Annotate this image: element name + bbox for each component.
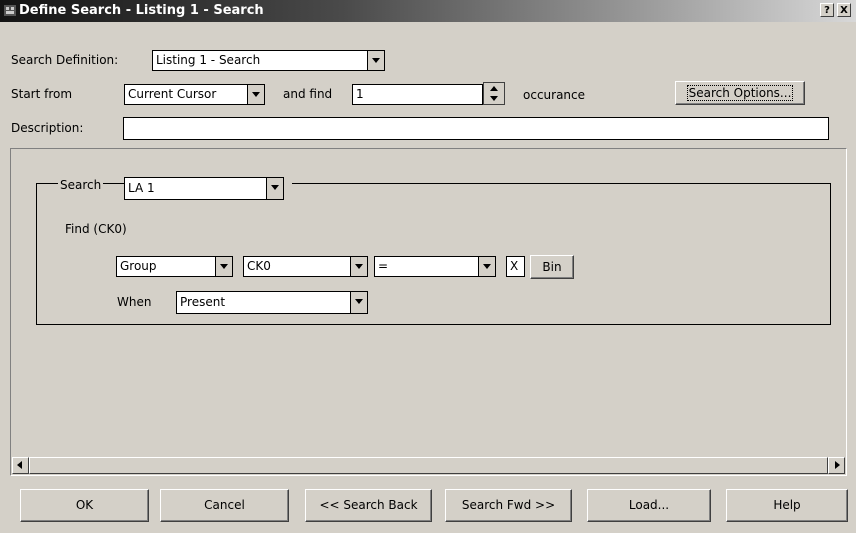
window-title: Define Search - Listing 1 - Search	[19, 3, 264, 18]
search-back-button[interactable]: << Search Back	[305, 489, 432, 522]
search-source-select[interactable]: LA 1	[124, 177, 284, 200]
and-find-label: and find	[283, 87, 333, 101]
spinner-down-icon[interactable]	[490, 96, 498, 101]
cancel-button[interactable]: Cancel	[160, 489, 289, 522]
search-groupbox	[36, 183, 831, 325]
chevron-down-icon[interactable]	[367, 51, 384, 70]
horizontal-scrollbar[interactable]	[12, 457, 845, 474]
group-select[interactable]: Group	[116, 256, 233, 277]
find-count-spinner[interactable]	[483, 82, 505, 105]
when-value: Present	[180, 295, 226, 309]
signal-select[interactable]: CK0	[243, 256, 368, 277]
load-button[interactable]: Load...	[587, 489, 711, 522]
help-title-button[interactable]: ?	[820, 3, 834, 17]
description-input[interactable]	[123, 117, 829, 140]
search-options-button[interactable]: Search Options...	[675, 81, 805, 105]
chevron-down-icon[interactable]	[478, 257, 495, 276]
start-from-select[interactable]: Current Cursor	[124, 84, 265, 105]
search-options-label: Search Options...	[686, 85, 794, 101]
chevron-down-icon[interactable]	[350, 292, 367, 313]
start-from-label: Start from	[11, 87, 73, 101]
spinner-up-icon[interactable]	[490, 86, 498, 91]
ok-button[interactable]: OK	[20, 489, 149, 522]
scroll-right-icon[interactable]	[828, 457, 845, 474]
radix-bin-button[interactable]: Bin	[530, 255, 574, 279]
chevron-down-icon[interactable]	[215, 257, 232, 276]
help-button[interactable]: Help	[726, 489, 848, 522]
signal-value: CK0	[247, 259, 271, 273]
search-definition-value: Listing 1 - Search	[156, 53, 261, 67]
when-select[interactable]: Present	[176, 291, 368, 314]
find-count-value: 1	[356, 87, 364, 101]
when-label: When	[117, 295, 152, 309]
find-label: Find (CK0)	[65, 222, 127, 236]
pattern-input[interactable]: X	[506, 256, 525, 277]
operator-select[interactable]: =	[374, 256, 496, 277]
find-count-input[interactable]: 1	[352, 84, 483, 105]
start-from-value: Current Cursor	[128, 87, 217, 101]
chevron-down-icon[interactable]	[350, 257, 367, 276]
group-value: Group	[120, 259, 157, 273]
pattern-value: X	[510, 259, 519, 273]
chevron-down-icon[interactable]	[247, 85, 264, 104]
groupbox-gap	[284, 183, 292, 184]
occurance-label: occurance	[523, 88, 586, 102]
search-group-label: Search	[58, 178, 104, 192]
scrollbar-thumb[interactable]	[29, 457, 828, 474]
search-source-value: LA 1	[128, 181, 155, 195]
app-icon	[4, 5, 16, 16]
title-bar: Define Search - Listing 1 - Search ? X	[0, 0, 856, 22]
chevron-down-icon[interactable]	[266, 178, 283, 199]
close-title-button[interactable]: X	[837, 3, 851, 17]
description-label: Description:	[11, 121, 84, 135]
search-fwd-button[interactable]: Search Fwd >>	[445, 489, 572, 522]
search-definition-select[interactable]: Listing 1 - Search	[152, 50, 385, 71]
operator-value: =	[378, 259, 389, 273]
scroll-left-icon[interactable]	[12, 457, 29, 474]
search-definition-label: Search Definition:	[11, 53, 119, 67]
